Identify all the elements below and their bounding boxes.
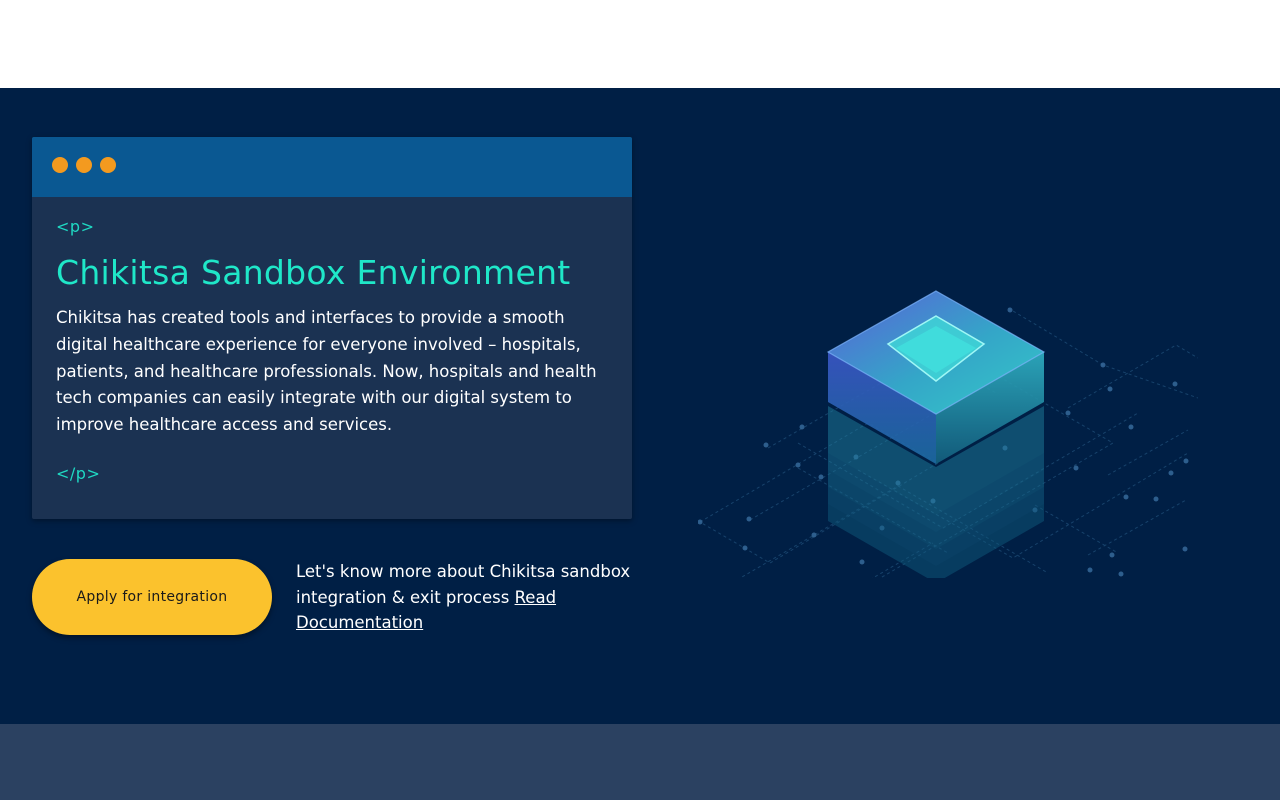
code-window-header	[32, 137, 632, 197]
page-title: Chikitsa Sandbox Environment	[56, 253, 571, 292]
documentation-prompt-text: Let's know more about Chikitsa sandbox i…	[296, 562, 631, 607]
window-dot-icon	[52, 157, 68, 173]
window-dot-icon	[100, 157, 116, 173]
sandbox-hero-section: <p> Chikitsa Sandbox Environment Chikits…	[0, 88, 1280, 724]
open-paragraph-tag: <p>	[56, 217, 95, 236]
apply-for-integration-button[interactable]: Apply for integration	[32, 559, 272, 635]
footer-band	[0, 724, 1280, 800]
close-paragraph-tag: </p>	[56, 464, 101, 483]
isometric-stack-illustration-icon	[698, 290, 1198, 578]
description-text: Chikitsa has created tools and interface…	[56, 308, 597, 435]
top-navigation-bar	[0, 0, 1280, 88]
code-window-card: <p> Chikitsa Sandbox Environment Chikits…	[32, 137, 632, 519]
documentation-prompt: Let's know more about Chikitsa sandbox i…	[296, 559, 641, 636]
window-dot-icon	[76, 157, 92, 173]
